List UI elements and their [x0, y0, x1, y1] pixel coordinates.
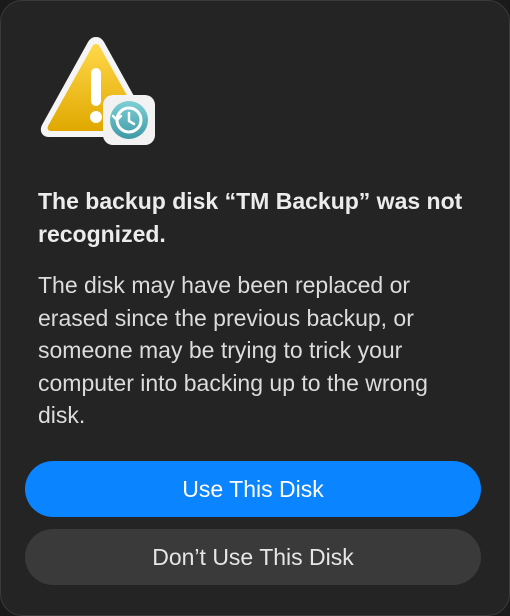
- dont-use-this-disk-button[interactable]: Don’t Use This Disk: [25, 529, 481, 585]
- dialog-title: The backup disk “TM Backup” was not reco…: [38, 188, 463, 247]
- time-machine-badge-icon: [103, 95, 155, 145]
- use-this-disk-button[interactable]: Use This Disk: [25, 461, 481, 517]
- warning-icon: [37, 33, 157, 148]
- dialog-message: The disk may have been replaced or erase…: [38, 272, 428, 428]
- alert-dialog: The backup disk “TM Backup” was not reco…: [0, 0, 510, 616]
